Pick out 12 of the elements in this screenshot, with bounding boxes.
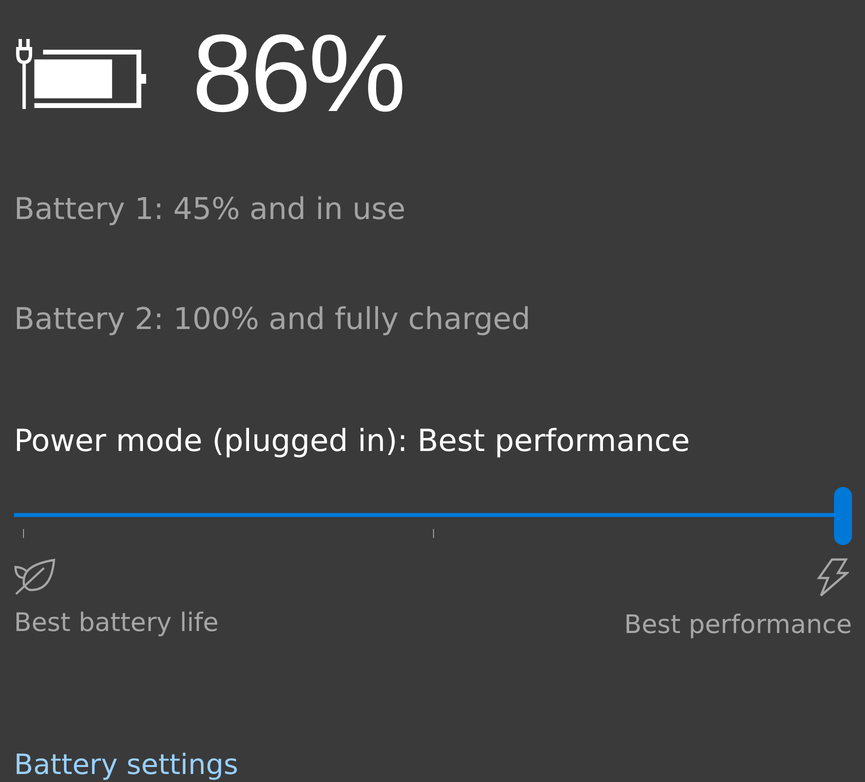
max-mode-label: Best performance bbox=[624, 609, 852, 642]
power-mode-label: Power mode (plugged in): Best performance bbox=[14, 424, 691, 460]
battery-status-text: Battery 2: 100% and fully charged bbox=[14, 302, 532, 338]
slider-tick bbox=[433, 529, 434, 538]
slider-thumb[interactable] bbox=[834, 487, 852, 545]
battery-status-text: Battery 1: 45% and in use bbox=[14, 192, 406, 228]
lightning-bolt-icon bbox=[817, 558, 849, 597]
battery-percentage: 86% bbox=[192, 19, 404, 129]
battery-settings-link[interactable]: Battery settings bbox=[14, 748, 238, 782]
slider-tick bbox=[23, 529, 24, 538]
leaf-icon bbox=[14, 558, 56, 595]
min-mode-label: Best battery life bbox=[14, 607, 219, 640]
